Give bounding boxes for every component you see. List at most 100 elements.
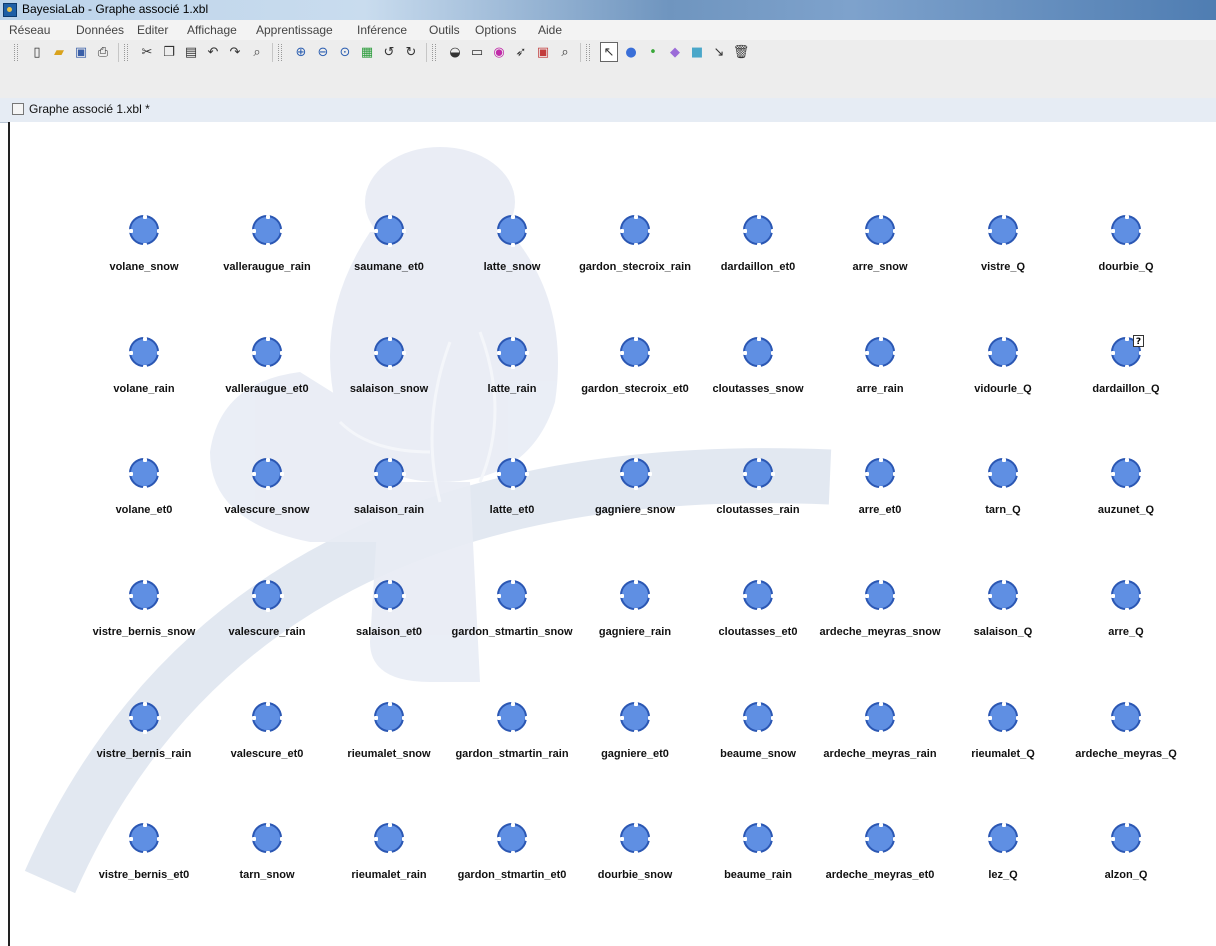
cut-icon[interactable]: ✂: [138, 42, 156, 62]
graph-node[interactable]: [1111, 458, 1143, 490]
open-folder-icon[interactable]: ▰: [50, 42, 68, 62]
undo-icon[interactable]: ↶: [204, 42, 222, 62]
graph-node[interactable]: [988, 823, 1020, 855]
node-tool-icon[interactable]: ●: [622, 42, 640, 62]
graph-node[interactable]: [988, 215, 1020, 247]
menu-item-7[interactable]: Options: [475, 23, 516, 37]
copy-icon[interactable]: ❐: [160, 42, 178, 62]
graph-node[interactable]: [374, 215, 406, 247]
graph-node[interactable]: [865, 337, 897, 369]
graph-node[interactable]: [129, 823, 161, 855]
small-node-tool-icon[interactable]: •: [644, 42, 662, 62]
graph-node[interactable]: [743, 215, 775, 247]
graph-node[interactable]: [988, 337, 1020, 369]
graph-node[interactable]: [497, 702, 529, 734]
graph-node[interactable]: [252, 458, 284, 490]
graph-node[interactable]: [497, 458, 529, 490]
graph-node[interactable]: [743, 702, 775, 734]
node-handle: [757, 486, 761, 490]
rotate-right-icon[interactable]: ↻: [402, 42, 420, 62]
menu-item-2[interactable]: Editer: [137, 23, 168, 37]
graph-node[interactable]: [743, 823, 775, 855]
square-node-tool-icon[interactable]: ■: [688, 42, 706, 62]
graph-node[interactable]: [1111, 580, 1143, 612]
menu-item-8[interactable]: Aide: [538, 23, 562, 37]
graph-node[interactable]: [129, 337, 161, 369]
graph-node[interactable]: [620, 580, 652, 612]
graph-node[interactable]: [1111, 823, 1143, 855]
graph-node[interactable]: [497, 337, 529, 369]
graph-canvas[interactable]: volane_snow valleraugue_rain saumane_et0 la…: [8, 122, 1216, 946]
menu-item-0[interactable]: Réseau: [9, 23, 50, 37]
toolbar-grip[interactable]: [278, 44, 282, 61]
graph-node[interactable]: [374, 823, 406, 855]
select-tool-icon[interactable]: ↖: [600, 42, 618, 62]
graph-node[interactable]: [252, 702, 284, 734]
graph-node[interactable]: [374, 458, 406, 490]
zoom-in-icon[interactable]: ⊕: [292, 42, 310, 62]
graph-node[interactable]: [865, 215, 897, 247]
paste-icon[interactable]: ▤: [182, 42, 200, 62]
rotate-left-icon[interactable]: ↺: [380, 42, 398, 62]
graph-node[interactable]: [743, 580, 775, 612]
graph-node[interactable]: [865, 823, 897, 855]
menu-item-1[interactable]: Données: [76, 23, 124, 37]
graph-node[interactable]: [252, 337, 284, 369]
graph-node[interactable]: [620, 458, 652, 490]
toolbar-grip[interactable]: [124, 44, 128, 61]
graph-node[interactable]: [129, 458, 161, 490]
graph-node[interactable]: [497, 215, 529, 247]
arc-type-icon[interactable]: ◒: [446, 42, 464, 62]
graph-node[interactable]: [865, 580, 897, 612]
graph-node[interactable]: [743, 458, 775, 490]
graph-node[interactable]: [252, 215, 284, 247]
graph-node[interactable]: [865, 458, 897, 490]
graph-node[interactable]: [743, 337, 775, 369]
toolbar-grip[interactable]: [586, 44, 590, 61]
menu-item-3[interactable]: Affichage: [187, 23, 237, 37]
new-file-icon[interactable]: ▯: [28, 42, 46, 62]
zoom-reset-icon[interactable]: ⊙: [336, 42, 354, 62]
toolbar-grip[interactable]: [14, 44, 18, 61]
graph-node[interactable]: [497, 580, 529, 612]
menu-item-4[interactable]: Apprentissage: [256, 23, 333, 37]
graph-node[interactable]: [620, 215, 652, 247]
print-icon[interactable]: ⎙: [94, 42, 112, 62]
graph-node[interactable]: [988, 458, 1020, 490]
graph-node[interactable]: [252, 580, 284, 612]
graph-node[interactable]: [252, 823, 284, 855]
add-arc-icon[interactable]: ➶: [512, 42, 530, 62]
node-handle: [402, 229, 406, 233]
graph-node[interactable]: [988, 580, 1020, 612]
decision-node-icon[interactable]: ▭: [468, 42, 486, 62]
graph-node[interactable]: [865, 702, 897, 734]
arc-tool-icon[interactable]: ↘: [710, 42, 728, 62]
graph-node[interactable]: [374, 580, 406, 612]
redo-icon[interactable]: ↷: [226, 42, 244, 62]
utility-node-icon[interactable]: ◉: [490, 42, 508, 62]
graph-node[interactable]: [374, 337, 406, 369]
graph-node[interactable]: [129, 702, 161, 734]
graph-node[interactable]: [620, 702, 652, 734]
toolbar-grip[interactable]: [432, 44, 436, 61]
zoom-out-icon[interactable]: ⊖: [314, 42, 332, 62]
graph-node[interactable]: [1111, 702, 1143, 734]
save-icon[interactable]: ▣: [72, 42, 90, 62]
graph-node[interactable]: [374, 702, 406, 734]
graph-node[interactable]: [620, 337, 652, 369]
find-icon[interactable]: ⌕: [248, 42, 266, 62]
menu-item-6[interactable]: Outils: [429, 23, 460, 37]
graph-node[interactable]: [129, 580, 161, 612]
graph-node[interactable]: [988, 702, 1020, 734]
graph-node[interactable]: [620, 823, 652, 855]
delete-tool-icon[interactable]: 🗑: [732, 42, 750, 62]
graph-node[interactable]: [129, 215, 161, 247]
fit-window-icon[interactable]: ▦: [358, 42, 376, 62]
monitor-icon[interactable]: ▣: [534, 42, 552, 62]
document-tab[interactable]: Graphe associé 1.xbl *: [29, 102, 150, 116]
diamond-node-tool-icon[interactable]: ◆: [666, 42, 684, 62]
graph-node[interactable]: [1111, 215, 1143, 247]
menu-item-5[interactable]: Inférence: [357, 23, 407, 37]
graph-node[interactable]: [497, 823, 529, 855]
inspect-icon[interactable]: ⌕: [556, 42, 574, 62]
